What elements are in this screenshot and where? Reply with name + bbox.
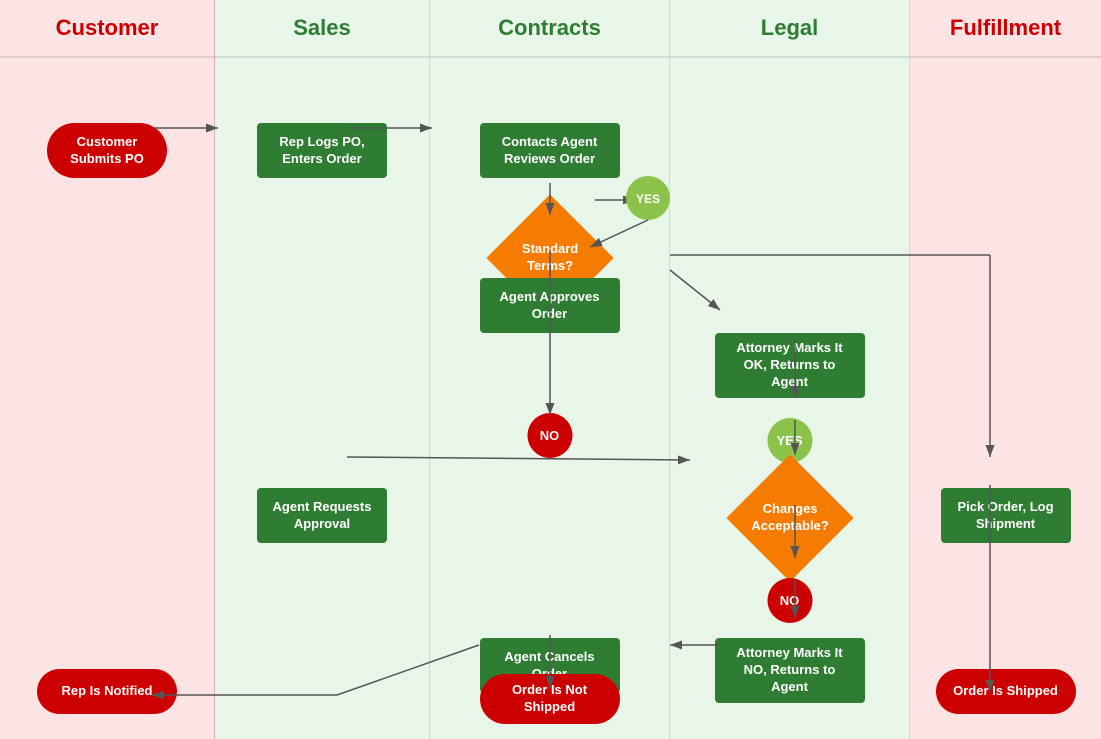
node-agent-approves: Agent Approves Order: [480, 278, 620, 333]
swimlane-legal-header: Legal: [670, 0, 909, 58]
node-contacts-agent: Contacts Agent Reviews Order: [480, 123, 620, 178]
node-rep-notified: Rep Is Notified: [37, 669, 177, 714]
swimlane-sales: Sales Rep Logs PO, Enters Order Agent Re…: [215, 0, 430, 739]
node-rep-logs-po: Rep Logs PO, Enters Order: [257, 123, 387, 178]
swimlane-customer: Customer Customer Submits PO Rep Is Noti…: [0, 0, 215, 739]
node-order-shipped: Order Is Shipped: [936, 669, 1076, 714]
swimlane-customer-body: Customer Submits PO Rep Is Notified: [0, 58, 214, 739]
swimlane-legal: Legal Attorney Marks It OK, Returns to A…: [670, 0, 910, 739]
swimlane-fulfillment-body: Pick Order, Log Shipment Order Is Shippe…: [910, 58, 1101, 739]
swimlane-sales-body: Rep Logs PO, Enters Order Agent Requests…: [215, 58, 429, 739]
node-customer-submits-po: Customer Submits PO: [47, 123, 167, 178]
swimlane-sales-header: Sales: [215, 0, 429, 58]
swimlane-customer-header: Customer: [0, 0, 214, 58]
swimlane-fulfillment-header: Fulfillment: [910, 0, 1101, 58]
swimlane-contracts: Contracts Contacts Agent Reviews Order S…: [430, 0, 670, 739]
node-agent-requests: Agent Requests Approval: [257, 488, 387, 543]
node-attorney-no: Attorney Marks It NO, Returns to Agent: [715, 638, 865, 703]
node-no-2: NO: [767, 578, 812, 623]
node-pick-order: Pick Order, Log Shipment: [941, 488, 1071, 543]
flowchart-container: Customer Customer Submits PO Rep Is Noti…: [0, 0, 1101, 739]
swimlane-contracts-body: Contacts Agent Reviews Order Standard Te…: [430, 58, 669, 739]
node-order-not-shipped: Order Is Not Shipped: [480, 674, 620, 724]
swimlane-fulfillment: Fulfillment Pick Order, Log Shipment Ord…: [910, 0, 1101, 739]
swimlane-legal-body: Attorney Marks It OK, Returns to Agent Y…: [670, 58, 909, 739]
swimlane-contracts-header: Contracts: [430, 0, 669, 58]
node-attorney-ok: Attorney Marks It OK, Returns to Agent: [715, 333, 865, 398]
node-changes-acceptable: Changes Acceptable?: [726, 454, 853, 581]
node-no-1: NO: [527, 413, 572, 458]
